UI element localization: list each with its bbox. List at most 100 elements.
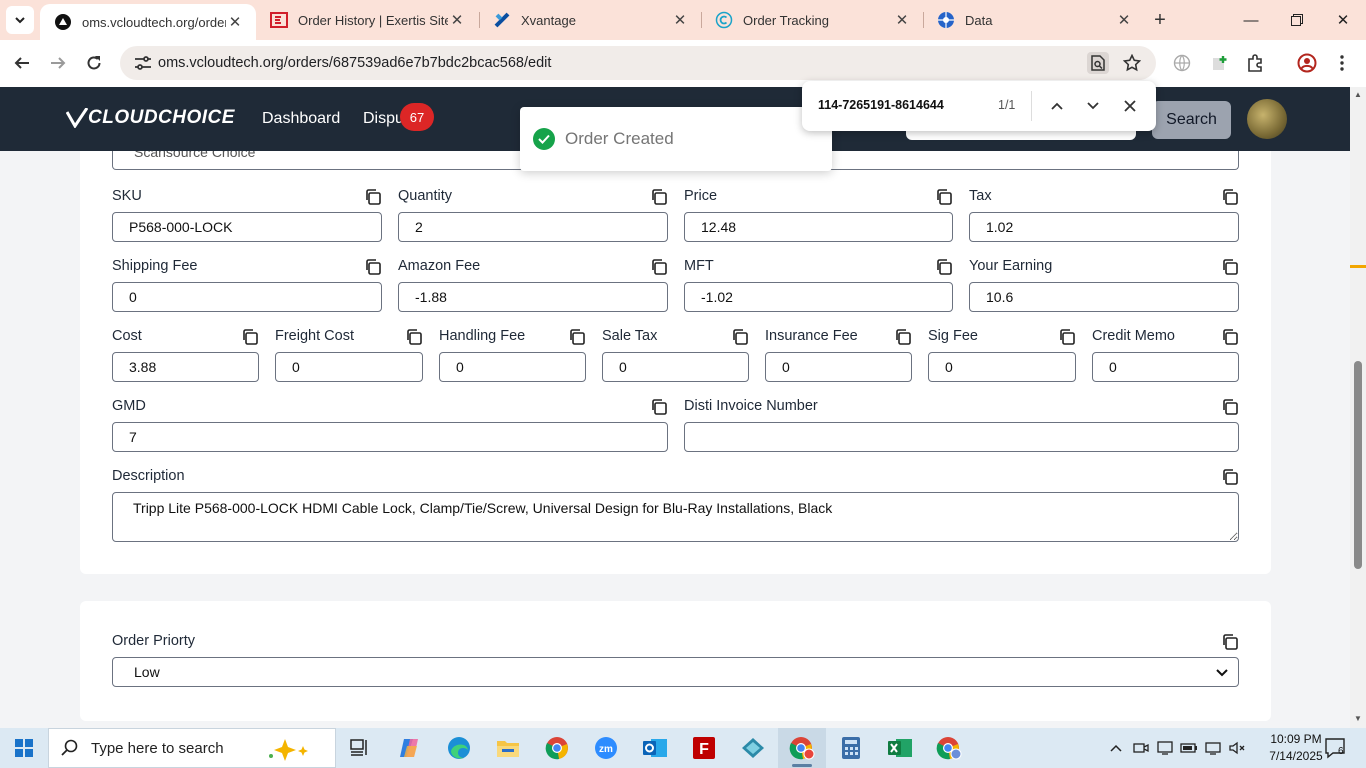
forward-arrow-icon[interactable] bbox=[44, 49, 72, 77]
tab-xvantage[interactable]: Xvantage ✕ bbox=[479, 0, 701, 40]
find-query-input[interactable]: 114-7265191-8614644 bbox=[818, 98, 944, 112]
copy-icon[interactable] bbox=[1221, 258, 1239, 276]
bookmark-star-icon[interactable] bbox=[1121, 52, 1143, 74]
address-bar[interactable]: oms.vcloudtech.org/orders/687539ad6e7b7b… bbox=[120, 46, 1156, 80]
scrollbar-thumb[interactable] bbox=[1354, 361, 1362, 569]
copy-icon[interactable] bbox=[1221, 468, 1239, 486]
reload-icon[interactable] bbox=[80, 49, 108, 77]
shipping-fee-input[interactable]: 0 bbox=[112, 282, 382, 312]
user-avatar[interactable] bbox=[1247, 99, 1287, 139]
edge-browser-icon[interactable] bbox=[435, 728, 483, 768]
nav-dashboard[interactable]: Dashboard bbox=[262, 110, 340, 128]
copy-icon[interactable] bbox=[650, 398, 668, 416]
copy-icon[interactable] bbox=[731, 328, 749, 346]
zoom-meetings-icon[interactable]: zm bbox=[582, 728, 630, 768]
copilot-icon[interactable] bbox=[386, 728, 434, 768]
nav-disputes[interactable]: Dispu bbox=[363, 110, 404, 128]
credit-memo-input[interactable]: 0 bbox=[1092, 352, 1239, 382]
copy-icon[interactable] bbox=[935, 258, 953, 276]
copy-icon[interactable] bbox=[568, 328, 586, 346]
your-earning-input[interactable]: 10.6 bbox=[969, 282, 1239, 312]
search-button[interactable]: Search bbox=[1152, 101, 1231, 139]
translate-globe-icon[interactable] bbox=[1170, 51, 1194, 75]
notification-center-icon[interactable]: 6 bbox=[1324, 736, 1348, 760]
window-close-icon[interactable]: ✕ bbox=[1320, 0, 1366, 40]
scroll-up-arrow-icon[interactable]: ▲ bbox=[1353, 90, 1363, 100]
outlook-icon[interactable] bbox=[631, 728, 679, 768]
copy-icon[interactable] bbox=[650, 188, 668, 206]
tab-exertis[interactable]: Order History | Exertis Site ✕ bbox=[256, 0, 478, 40]
extensions-puzzle-icon[interactable] bbox=[1243, 51, 1267, 75]
handling-fee-input[interactable]: 0 bbox=[439, 352, 586, 382]
close-icon[interactable]: ✕ bbox=[893, 11, 911, 29]
find-in-page-icon[interactable] bbox=[1087, 52, 1109, 74]
sku-input[interactable]: P568-000-LOCK bbox=[112, 212, 382, 242]
price-input[interactable]: 12.48 bbox=[684, 212, 953, 242]
back-arrow-icon[interactable] bbox=[8, 49, 36, 77]
order-priority-select[interactable]: Low bbox=[112, 657, 1239, 687]
chrome-secondary-icon[interactable] bbox=[925, 728, 973, 768]
insurance-fee-input[interactable]: 0 bbox=[765, 352, 912, 382]
menu-kebab-icon[interactable] bbox=[1330, 51, 1354, 75]
tax-input[interactable]: 1.02 bbox=[969, 212, 1239, 242]
extension-plus-icon[interactable] bbox=[1208, 51, 1232, 75]
url-text[interactable]: oms.vcloudtech.org/orders/687539ad6e7b7b… bbox=[158, 55, 551, 71]
scroll-down-arrow-icon[interactable]: ▼ bbox=[1353, 714, 1363, 724]
chrome-icon[interactable] bbox=[533, 728, 581, 768]
copy-icon[interactable] bbox=[364, 258, 382, 276]
copy-icon[interactable] bbox=[894, 328, 912, 346]
windows-start-icon[interactable] bbox=[0, 728, 48, 768]
filezilla-icon[interactable]: F bbox=[680, 728, 728, 768]
copy-icon[interactable] bbox=[364, 188, 382, 206]
screen-share-icon[interactable] bbox=[1154, 728, 1176, 768]
taskbar-search-box[interactable]: Type here to search bbox=[48, 728, 336, 768]
quantity-input[interactable]: 2 bbox=[398, 212, 668, 242]
page-scrollbar[interactable]: ▲ ▼ bbox=[1350, 87, 1366, 728]
freight-cost-input[interactable]: 0 bbox=[275, 352, 423, 382]
description-textarea[interactable]: Tripp Lite P568-000-LOCK HDMI Cable Lock… bbox=[112, 492, 1239, 542]
mft-input[interactable]: -1.02 bbox=[684, 282, 953, 312]
chevron-down-icon[interactable] bbox=[1082, 95, 1104, 117]
disti-invoice-input[interactable] bbox=[684, 422, 1239, 452]
close-icon[interactable]: ✕ bbox=[448, 11, 466, 29]
cloudchoice-logo[interactable]: CLOUDCHOICE bbox=[66, 107, 235, 129]
restore-icon[interactable] bbox=[1274, 0, 1320, 40]
sale-tax-input[interactable]: 0 bbox=[602, 352, 749, 382]
copy-icon[interactable] bbox=[405, 328, 423, 346]
amazon-fee-input[interactable]: -1.88 bbox=[398, 282, 668, 312]
close-icon[interactable]: ✕ bbox=[671, 11, 689, 29]
profile-icon[interactable] bbox=[1295, 51, 1319, 75]
battery-icon[interactable] bbox=[1178, 728, 1200, 768]
copy-icon[interactable] bbox=[241, 328, 259, 346]
show-hidden-icons-chevron-icon[interactable] bbox=[1106, 728, 1126, 768]
site-info-icon[interactable] bbox=[132, 55, 154, 71]
copy-icon[interactable] bbox=[1221, 328, 1239, 346]
excel-icon[interactable] bbox=[876, 728, 924, 768]
copy-icon[interactable] bbox=[935, 188, 953, 206]
sig-fee-input[interactable]: 0 bbox=[928, 352, 1076, 382]
calculator-icon[interactable] bbox=[827, 728, 875, 768]
copy-icon[interactable] bbox=[1221, 633, 1239, 651]
tab-search-button[interactable] bbox=[6, 6, 34, 34]
chevron-up-icon[interactable] bbox=[1046, 95, 1068, 117]
copy-icon[interactable] bbox=[1058, 328, 1076, 346]
app-diamond-icon[interactable] bbox=[729, 728, 777, 768]
volume-muted-icon[interactable] bbox=[1226, 728, 1248, 768]
tab-oms[interactable]: oms.vcloudtech.org/orders/6 ✕ bbox=[40, 4, 256, 40]
copy-icon[interactable] bbox=[1221, 188, 1239, 206]
network-icon[interactable] bbox=[1202, 728, 1224, 768]
meet-now-icon[interactable] bbox=[1130, 728, 1152, 768]
copy-icon[interactable] bbox=[650, 258, 668, 276]
minimize-icon[interactable]: — bbox=[1228, 0, 1274, 40]
file-explorer-icon[interactable] bbox=[484, 728, 532, 768]
cost-input[interactable]: 3.88 bbox=[112, 352, 259, 382]
tab-order-tracking[interactable]: Order Tracking ✕ bbox=[701, 0, 923, 40]
tab-data[interactable]: Data ✕ bbox=[923, 0, 1145, 40]
taskbar-clock[interactable]: 10:09 PM 7/14/2025 bbox=[1262, 731, 1330, 765]
new-tab-plus-icon[interactable]: + bbox=[1148, 8, 1172, 32]
gmd-input[interactable]: 7 bbox=[112, 422, 668, 452]
chrome-profile-icon[interactable] bbox=[778, 728, 826, 768]
task-view-icon[interactable] bbox=[336, 728, 384, 768]
close-icon[interactable]: ✕ bbox=[1115, 11, 1133, 29]
close-icon[interactable]: ✕ bbox=[226, 13, 244, 31]
